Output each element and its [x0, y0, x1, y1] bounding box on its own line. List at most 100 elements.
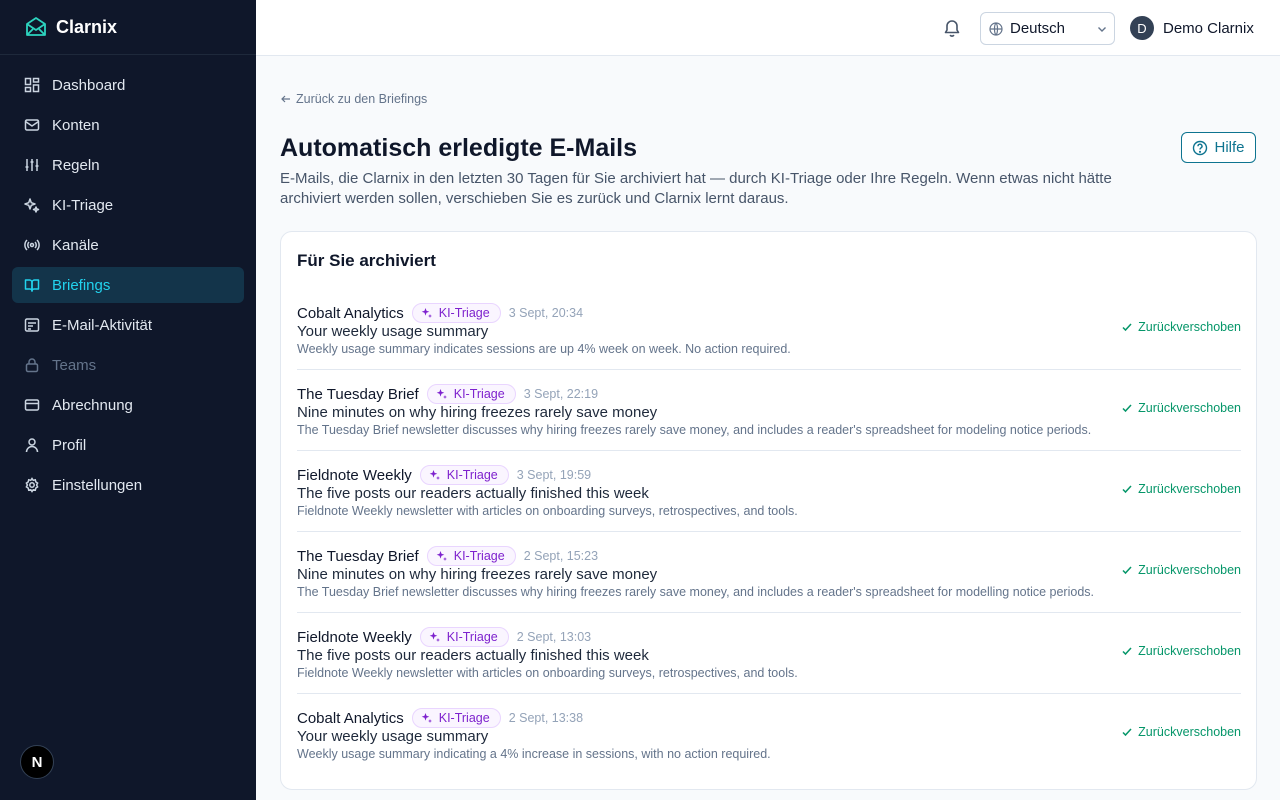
sidebar-item-dashboard[interactable]: Dashboard [12, 67, 244, 103]
status-label: Zurückverschoben [1138, 320, 1241, 334]
email-time: 3 Sept, 19:59 [516, 468, 592, 482]
sidebar-item-einstellungen[interactable]: Einstellungen [12, 467, 244, 503]
email-time: 3 Sept, 22:19 [523, 387, 599, 401]
sidebar-item-abrechnung[interactable]: Abrechnung [12, 387, 244, 423]
brand-name: Clarnix [56, 16, 118, 37]
tag-label: KI-Triage [438, 711, 490, 725]
sidebar-item-konten[interactable]: Konten [12, 107, 244, 143]
sidebar-item-label: Abrechnung [52, 396, 133, 414]
list-item[interactable]: The Tuesday Brief KI-Triage 3 Sept, 22:1… [297, 370, 1241, 451]
sidebar-item-regeln[interactable]: Regeln [12, 147, 244, 183]
email-sender: The Tuesday Brief [297, 547, 419, 565]
sidebar-item-briefings[interactable]: Briefings [12, 267, 244, 303]
email-snippet: Fieldnote Weekly newsletter with article… [297, 504, 798, 518]
moved-back-status: Zurückverschoben [1121, 725, 1241, 739]
sparkles-icon [429, 469, 441, 481]
sidebar-item-email-aktivitaet[interactable]: E-Mail-Aktivität [12, 307, 244, 343]
ki-triage-badge: KI-Triage [419, 465, 509, 485]
list-item[interactable]: The Tuesday Brief KI-Triage 2 Sept, 15:2… [297, 532, 1241, 613]
sidebar-nav: Dashboard Konten Regeln KI-Triage Kanäle… [0, 55, 256, 503]
email-subject: Nine minutes on why hiring freezes rarel… [297, 404, 658, 421]
email-subject: Your weekly usage summary [297, 323, 489, 340]
email-subject: The five posts our readers actually fini… [297, 647, 649, 664]
sidebar-item-label: Regeln [52, 156, 100, 174]
help-circle-icon [1192, 140, 1208, 156]
top-header: Deutsch D Demo Clarnix [256, 0, 1280, 56]
language-value: Deutsch [1010, 20, 1066, 37]
credit-card-icon [24, 397, 40, 413]
archived-card: Für Sie archiviert Cobalt Analytics KI-T… [280, 231, 1257, 790]
email-sender: Fieldnote Weekly [297, 628, 412, 646]
list-item[interactable]: Fieldnote Weekly KI-Triage 3 Sept, 19:59… [297, 451, 1241, 532]
sidebar-item-label: Teams [52, 356, 97, 374]
moved-back-status: Zurückverschoben [1121, 644, 1241, 658]
sliders-icon [24, 157, 40, 173]
email-snippet: The Tuesday Brief newsletter discusses w… [297, 423, 1092, 437]
sparkles-icon [24, 197, 40, 213]
email-time: 3 Sept, 20:34 [508, 306, 584, 320]
email-time: 2 Sept, 15:23 [523, 549, 599, 563]
globe-icon [989, 21, 1003, 36]
check-icon [1121, 564, 1133, 576]
check-icon [1121, 645, 1133, 657]
help-button[interactable]: Hilfe [1181, 132, 1256, 163]
sidebar-item-label: KI-Triage [52, 196, 114, 214]
page-title: Automatisch erledigte E-Mails [280, 134, 638, 162]
tag-label: KI-Triage [446, 468, 498, 482]
email-snippet: Weekly usage summary indicating a 4% inc… [297, 747, 771, 761]
email-subject: Your weekly usage summary [297, 728, 489, 745]
brand[interactable]: Clarnix [0, 0, 256, 55]
email-time: 2 Sept, 13:03 [516, 630, 592, 644]
sidebar-item-profil[interactable]: Profil [12, 427, 244, 463]
language-select[interactable]: Deutsch [980, 12, 1115, 45]
check-icon [1121, 726, 1133, 738]
lock-icon [24, 357, 40, 373]
email-snippet: Fieldnote Weekly newsletter with article… [297, 666, 798, 680]
email-snippet: The Tuesday Brief newsletter discusses w… [297, 585, 1095, 599]
status-label: Zurückverschoben [1138, 401, 1241, 415]
sidebar-item-label: E-Mail-Aktivität [52, 316, 153, 334]
tag-label: KI-Triage [438, 306, 490, 320]
sparkles-icon [436, 550, 448, 562]
sidebar-item-teams: Teams [12, 347, 244, 383]
moved-back-status: Zurückverschoben [1121, 320, 1241, 334]
sidebar-item-ki-triage[interactable]: KI-Triage [12, 187, 244, 223]
sidebar-item-label: Einstellungen [52, 476, 143, 494]
list-item[interactable]: Cobalt Analytics KI-Triage 2 Sept, 13:38… [297, 694, 1241, 775]
n-badge-button[interactable]: N [20, 745, 54, 779]
sidebar-item-kanaele[interactable]: Kanäle [12, 227, 244, 263]
status-label: Zurückverschoben [1138, 644, 1241, 658]
status-label: Zurückverschoben [1138, 725, 1241, 739]
gear-icon [24, 477, 40, 493]
sparkles-icon [421, 307, 433, 319]
arrow-left-icon [280, 93, 292, 105]
ki-triage-badge: KI-Triage [426, 384, 516, 404]
bell-icon[interactable] [942, 18, 962, 38]
moved-back-status: Zurückverschoben [1121, 482, 1241, 496]
email-time: 2 Sept, 13:38 [508, 711, 584, 725]
check-icon [1121, 321, 1133, 333]
ki-triage-badge: KI-Triage [411, 708, 501, 728]
chevron-down-icon [1096, 23, 1108, 35]
list-item[interactable]: Fieldnote Weekly KI-Triage 2 Sept, 13:03… [297, 613, 1241, 694]
help-label: Hilfe [1214, 139, 1245, 156]
email-sender: Fieldnote Weekly [297, 466, 412, 484]
sidebar-item-label: Kanäle [52, 236, 99, 254]
mail-logo-icon [24, 15, 48, 39]
user-menu[interactable]: D Demo Clarnix [1130, 16, 1254, 40]
sidebar-item-label: Briefings [52, 276, 111, 294]
list-item[interactable]: Cobalt Analytics KI-Triage 3 Sept, 20:34… [297, 289, 1241, 370]
email-subject: Nine minutes on why hiring freezes rarel… [297, 566, 658, 583]
back-link[interactable]: Zurück zu den Briefings [280, 92, 427, 106]
sidebar-item-label: Profil [52, 436, 87, 454]
dashboard-icon [24, 77, 40, 93]
ki-triage-badge: KI-Triage [419, 627, 509, 647]
sidebar: Clarnix Dashboard Konten Regeln KI-Triag… [0, 0, 256, 800]
status-label: Zurückverschoben [1138, 563, 1241, 577]
sparkles-icon [421, 712, 433, 724]
status-label: Zurückverschoben [1138, 482, 1241, 496]
card-title: Für Sie archiviert [297, 251, 436, 270]
book-open-icon [24, 277, 40, 293]
ki-triage-badge: KI-Triage [426, 546, 516, 566]
back-link-label: Zurück zu den Briefings [296, 92, 428, 106]
